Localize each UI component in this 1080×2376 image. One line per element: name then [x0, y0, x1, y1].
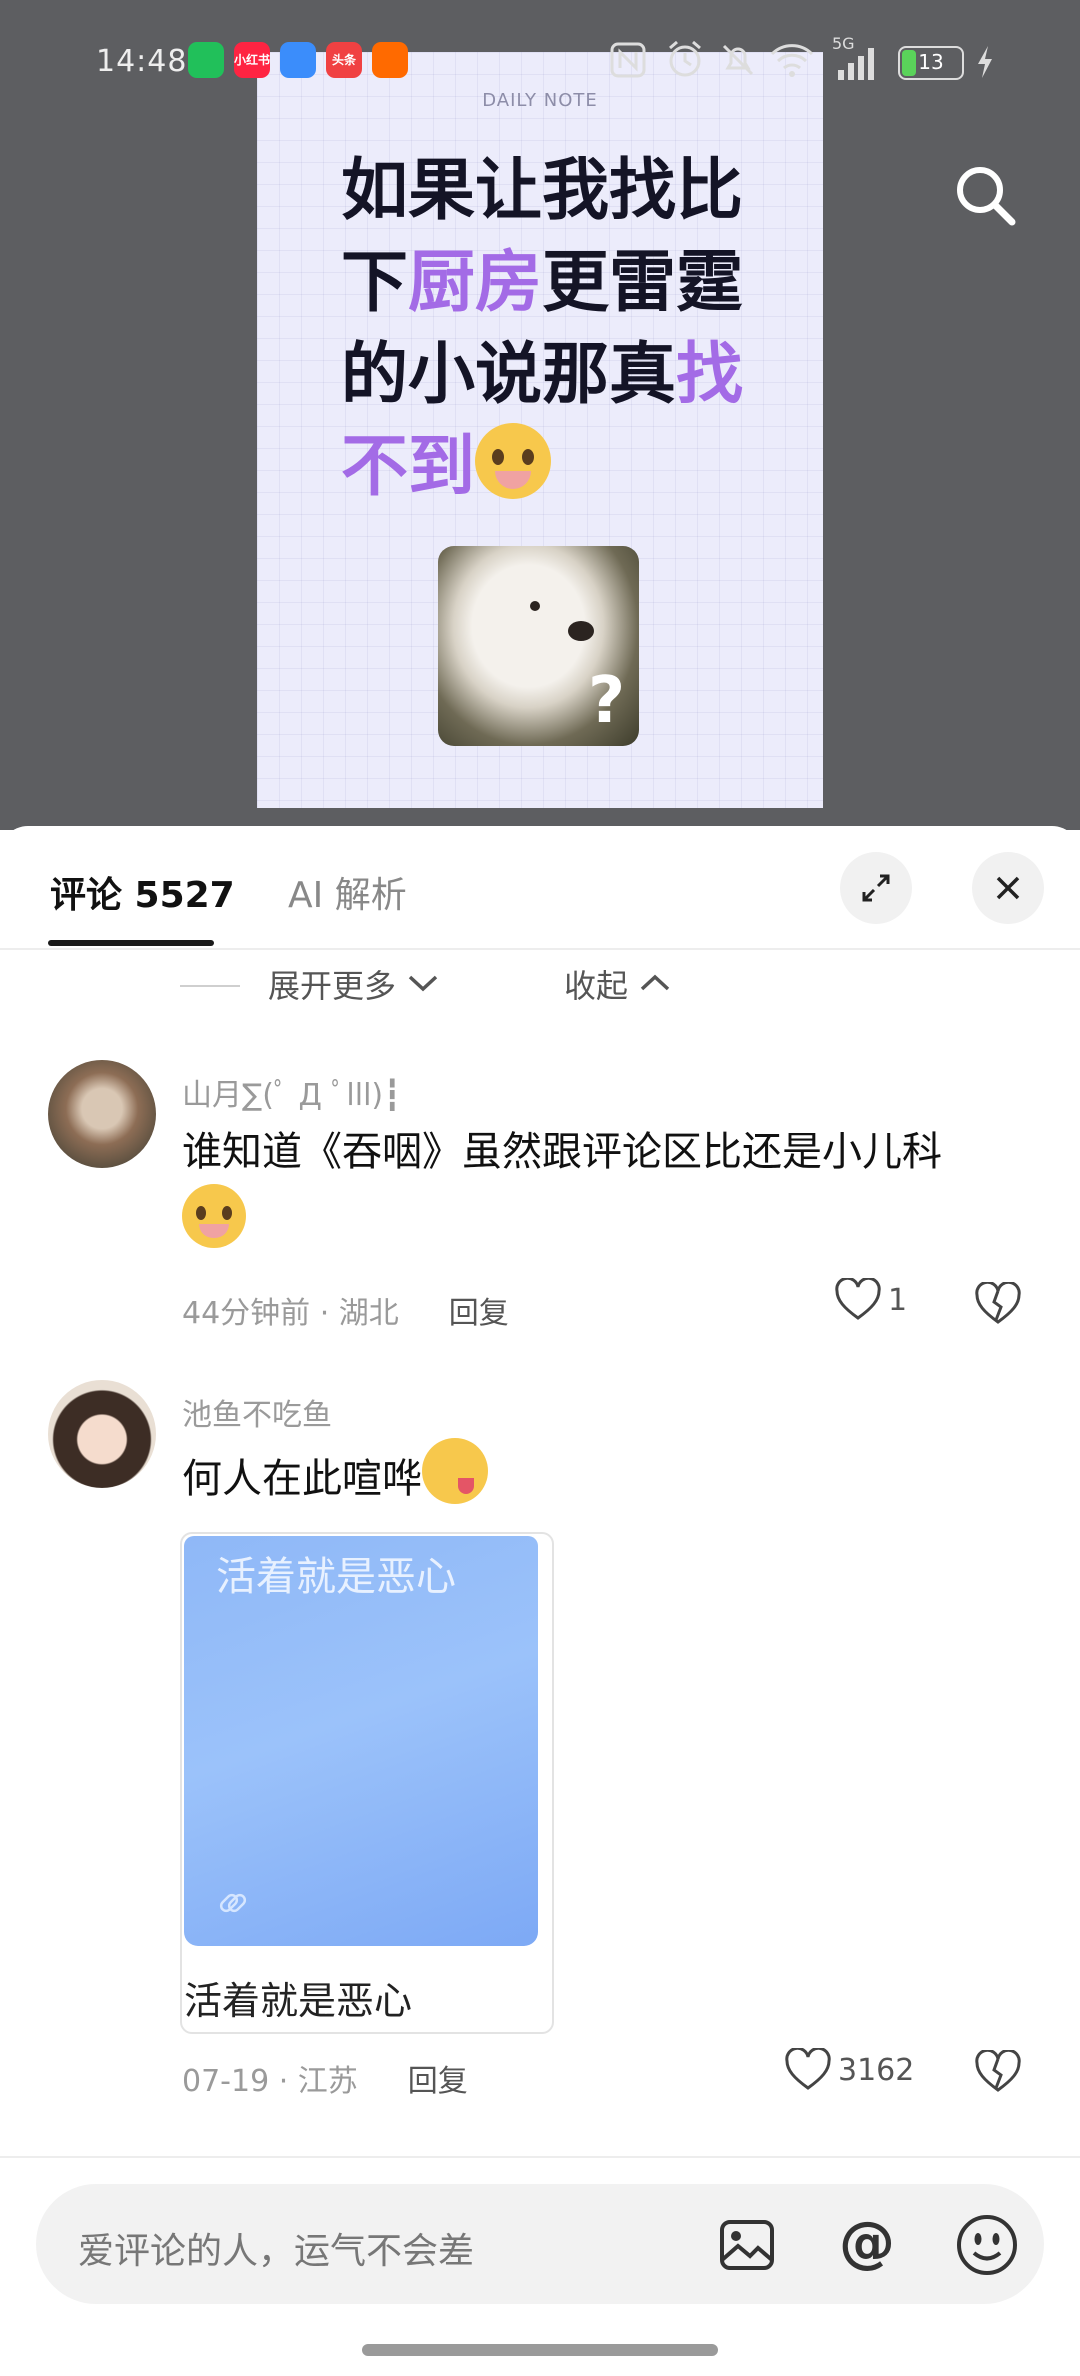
search-icon[interactable] [950, 160, 1020, 230]
comment-body: 谁知道《吞咽》虽然跟评论区比还是小儿科 [182, 1129, 942, 1175]
reply-expand-row: 展开更多 收起 [0, 961, 1080, 1011]
comment-text[interactable]: 谁知道《吞咽》虽然跟评论区比还是小儿科 [182, 1120, 1042, 1257]
note-headline: 如果让我找比 下厨房更雷霆 的小说那真找 不到 [341, 144, 781, 512]
comment-input-bar: 爱评论的人，运气不会差 @ [0, 2156, 1080, 2376]
headline-line-1: 如果让我找比 [341, 151, 743, 229]
signal-icon [838, 48, 874, 80]
mention-at-icon[interactable]: @ [832, 2210, 902, 2280]
link-icon [219, 1893, 247, 1913]
tab-comments[interactable]: 评论 5527 [50, 866, 235, 918]
battery-indicator: 13 [898, 46, 964, 80]
pleading-face-emoji-icon [475, 423, 551, 499]
xiaohongshu-icon: 小红书 [234, 42, 270, 78]
sticker-image: 活着就是恶心 [184, 1536, 538, 1946]
dislike-heart-broken-icon[interactable] [974, 1282, 1022, 1326]
wifi-icon [770, 44, 814, 77]
charging-icon [978, 46, 992, 78]
avatar[interactable] [48, 1060, 156, 1168]
zany-face-emoji-icon [422, 1438, 488, 1504]
comment-meta: 07-19 · 江苏 回复 [182, 2056, 468, 2100]
like-button[interactable]: 1 [834, 1278, 907, 1322]
comment-meta: 44分钟前 · 湖北 回复 [182, 1288, 509, 1332]
nfc-icon [610, 42, 646, 78]
headline-text: 更雷霆 [542, 243, 743, 321]
comment-input-placeholder: 爱评论的人，运气不会差 [78, 2231, 475, 2272]
note-card: DAILY NOTE 如果让我找比 下厨房更雷霆 的小说那真找 不到 ? [257, 52, 823, 808]
headline-text: 的小说那真 [341, 335, 676, 413]
tab-ai-analysis[interactable]: AI 解析 [288, 866, 407, 918]
comment-tabs: 评论 5527 AI 解析 [0, 826, 1080, 950]
heart-icon [785, 2048, 831, 2090]
active-tab-indicator [48, 940, 214, 946]
expand-more-button[interactable]: 展开更多 [268, 961, 440, 1007]
mute-icon [722, 44, 754, 76]
video-area[interactable]: DAILY NOTE 如果让我找比 下厨房更雷霆 的小说那真找 不到 ? [0, 0, 1080, 830]
headline-line-3: 的小说那真找 [341, 328, 781, 420]
dislike-heart-broken-icon[interactable] [974, 2050, 1022, 2094]
chevron-up-icon [641, 974, 670, 991]
comment-time-location: 07-19 · 江苏 [182, 2064, 358, 2099]
comment-text[interactable]: 何人在此喧哗 [182, 1438, 1042, 1511]
sticker-caption: 活着就是恶心 [184, 1979, 413, 2023]
avatar[interactable] [48, 1380, 156, 1488]
confused-dog-image: ? [438, 546, 639, 746]
comment-nickname[interactable]: 池鱼不吃鱼 [182, 1390, 332, 1434]
like-count: 1 [888, 1282, 908, 1318]
status-bar: 14:48 小红书 头条 5G 13 [0, 0, 1080, 120]
image-picker-icon[interactable] [712, 2210, 782, 2280]
status-time: 14:48 [96, 44, 188, 79]
close-icon [996, 876, 1020, 900]
collapse-label: 收起 [564, 967, 629, 1005]
expand-more-label: 展开更多 [268, 967, 397, 1005]
baidu-netdisk-icon [280, 42, 316, 78]
dog-eye [530, 601, 540, 611]
home-indicator[interactable] [362, 2344, 718, 2356]
battery-level: 13 [918, 50, 944, 74]
pleading-face-emoji-icon [182, 1184, 246, 1248]
question-mark-icon: ? [588, 664, 626, 738]
heart-icon [835, 1278, 881, 1320]
comment-time-location: 44分钟前 · 湖北 [182, 1296, 399, 1331]
comment-sticker-card[interactable]: 活着就是恶心 活着就是恶心 [180, 1532, 554, 2034]
headline-highlight: 找 [676, 335, 743, 413]
toutiao-icon: 头条 [326, 42, 362, 78]
alarm-icon [669, 40, 701, 77]
headline-line-4: 不到 [341, 420, 781, 512]
wechat-icon [188, 42, 224, 78]
headline-line-2: 下厨房更雷霆 [341, 236, 781, 328]
taobao-icon [372, 42, 408, 78]
like-button[interactable]: 3162 [784, 2048, 914, 2092]
reply-button[interactable]: 回复 [408, 2064, 468, 2099]
close-sheet-button[interactable] [972, 852, 1044, 924]
comment-nickname[interactable]: 山月∑(ﾟ Д ﾟlll)┇ [182, 1070, 401, 1114]
comment-body: 何人在此喧哗 [182, 1456, 422, 1502]
reply-button[interactable]: 回复 [449, 1296, 509, 1331]
like-count: 3162 [838, 2052, 915, 2088]
collapse-button[interactable]: 收起 [564, 961, 672, 1007]
headline-highlight: 不到 [341, 427, 475, 505]
expand-icon [862, 874, 890, 902]
expand-sheet-button[interactable] [840, 852, 912, 924]
divider-line [180, 985, 240, 987]
comment-input[interactable]: 爱评论的人，运气不会差 @ [36, 2184, 1044, 2304]
sticker-overlay-text: 活着就是恶心 [216, 1554, 456, 1600]
emoji-picker-icon[interactable] [952, 2210, 1022, 2280]
dog-nose [568, 621, 594, 641]
headline-highlight: 厨房 [408, 243, 542, 321]
chevron-down-icon [409, 975, 438, 992]
headline-text: 下 [341, 243, 408, 321]
